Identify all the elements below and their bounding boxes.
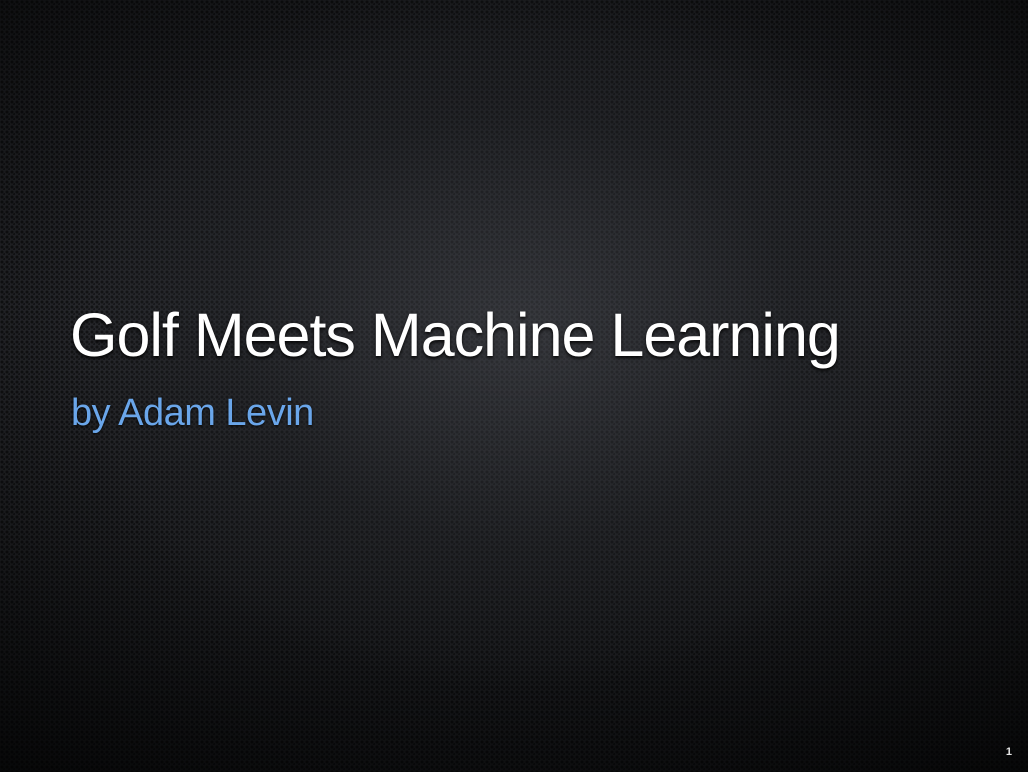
slide: Golf Meets Machine Learning by Adam Levi…: [0, 0, 1028, 772]
background-vignette: [0, 0, 1028, 772]
page-number: 1: [1005, 746, 1012, 758]
slide-title: Golf Meets Machine Learning: [70, 301, 841, 369]
slide-subtitle: by Adam Levin: [71, 392, 314, 434]
